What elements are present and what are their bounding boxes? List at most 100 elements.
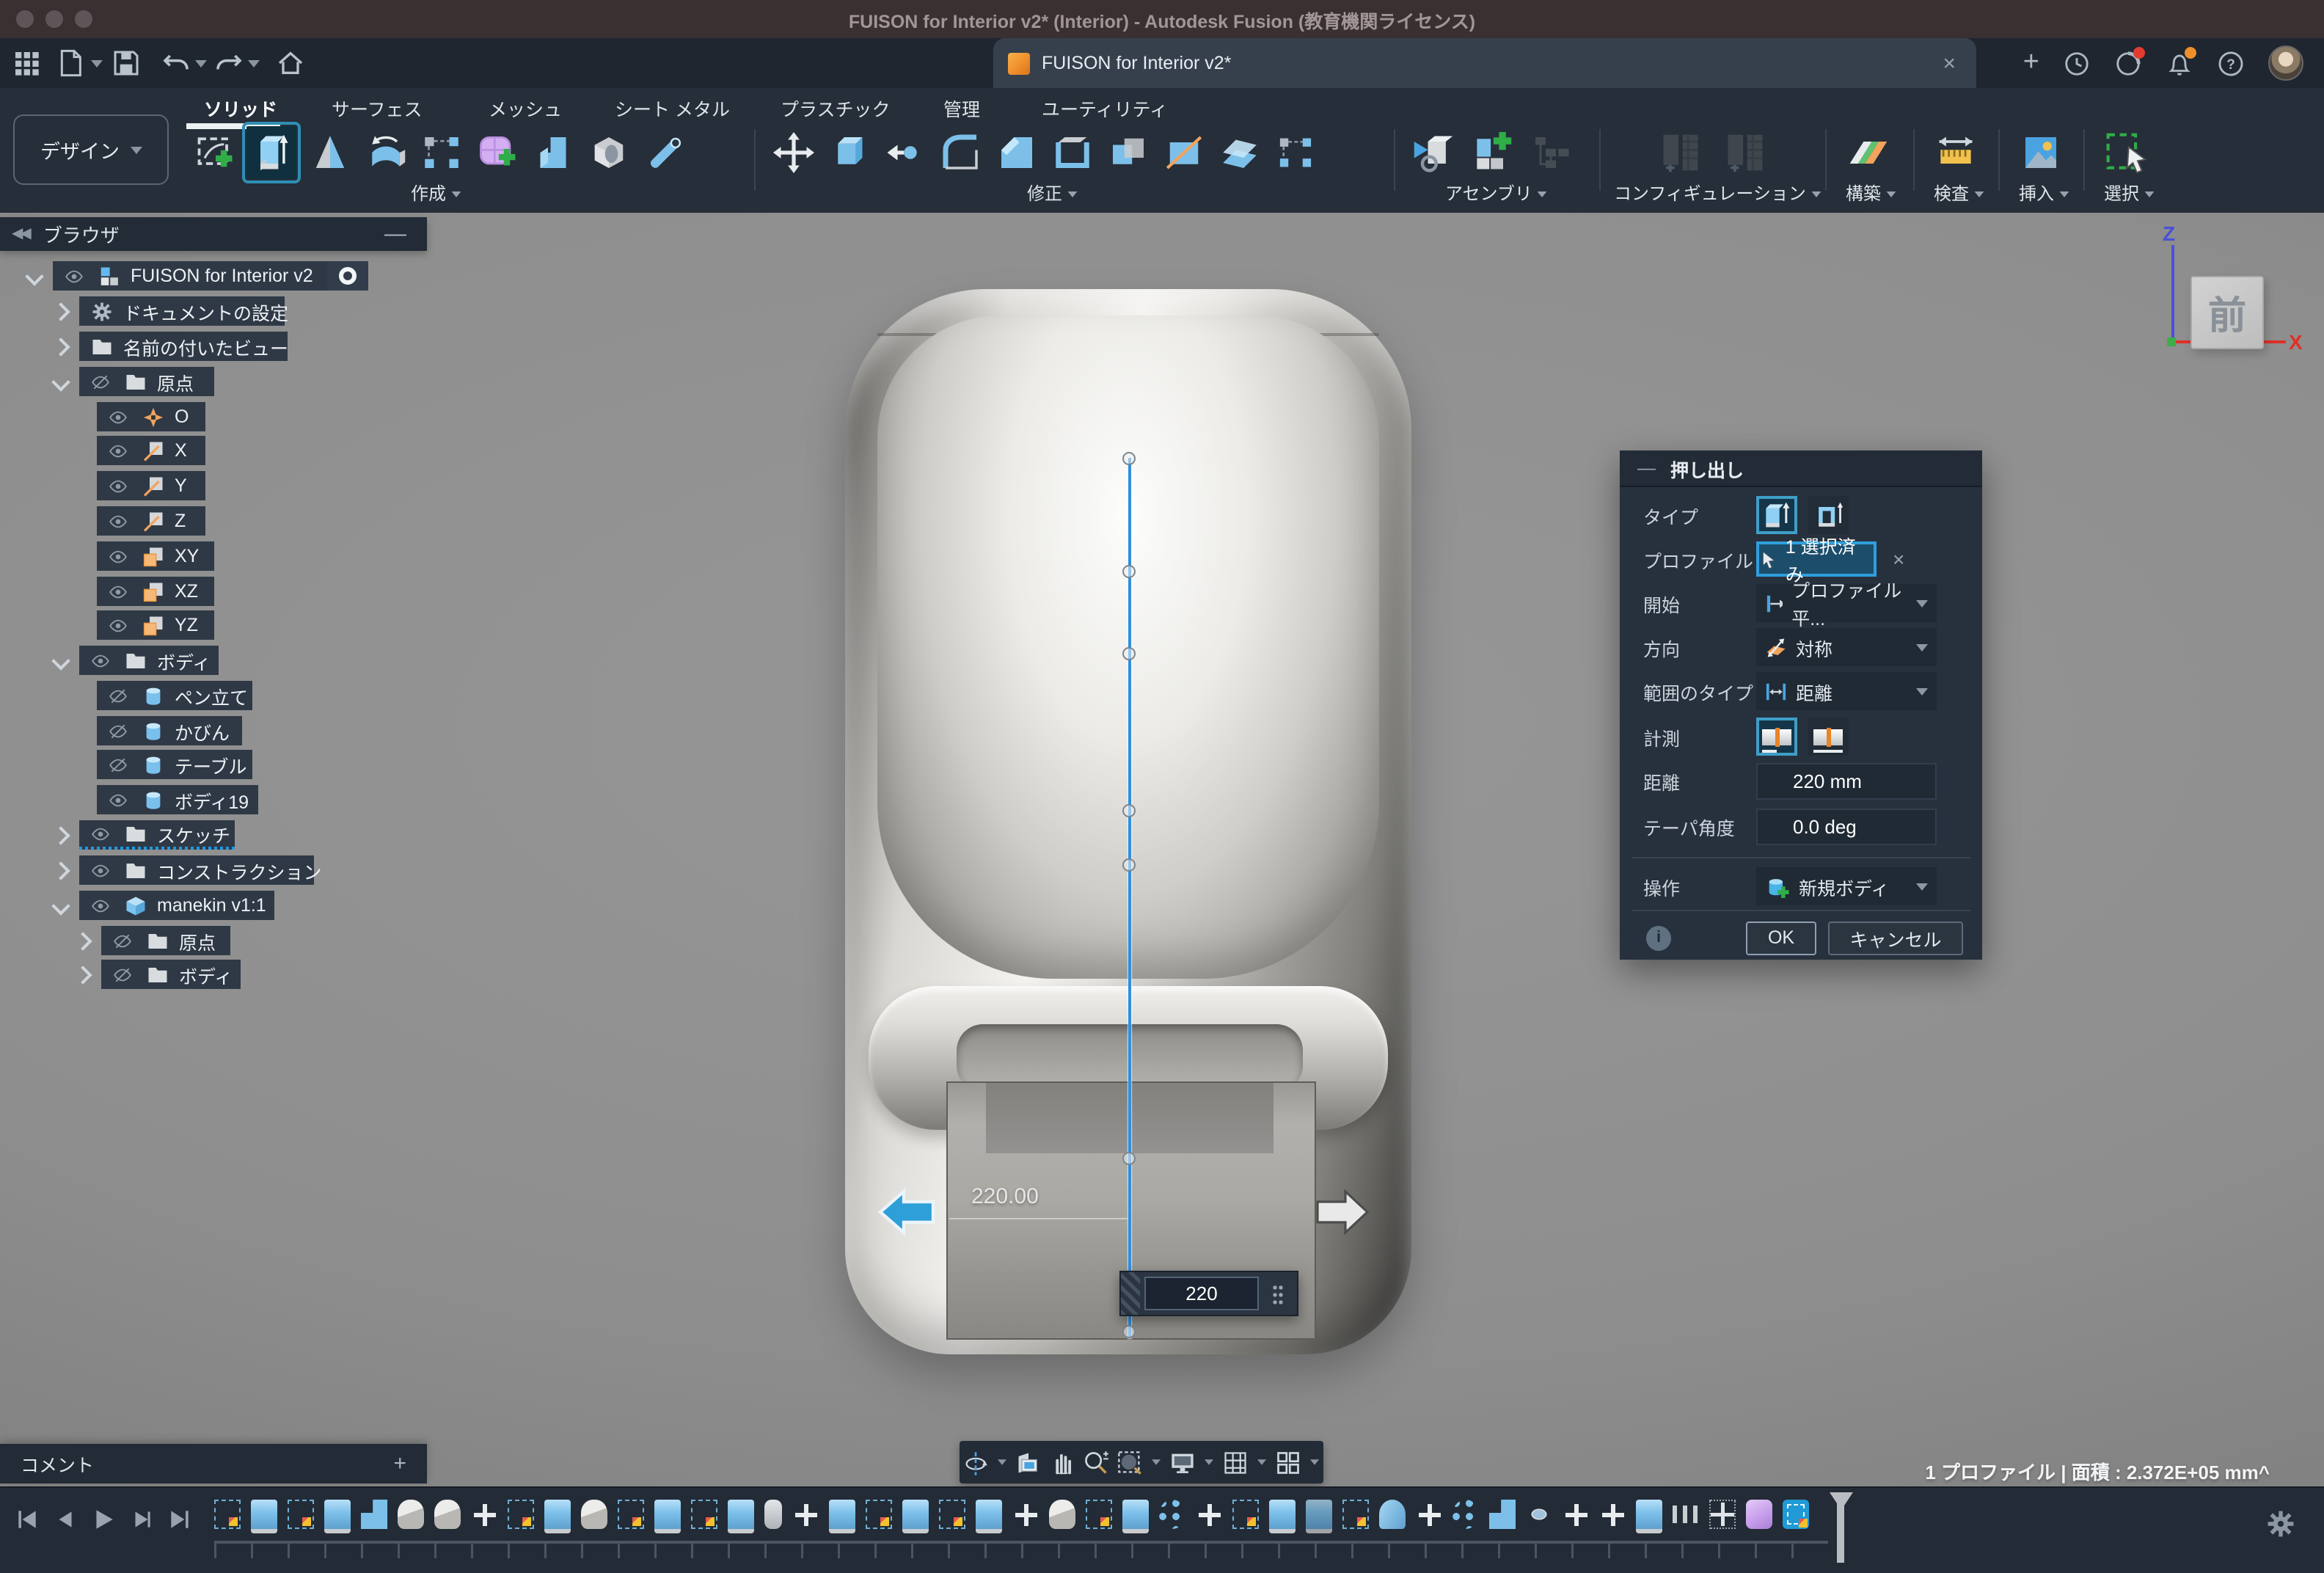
timeline-item-move[interactable] <box>1196 1500 1222 1529</box>
chevron-down-icon[interactable] <box>25 266 43 285</box>
tree-row-z-axis[interactable]: Z <box>97 506 205 536</box>
extrude-dialog-header[interactable]: — 押し出し <box>1620 450 1982 487</box>
timeline-item-move[interactable] <box>1012 1500 1039 1529</box>
cancel-button[interactable]: キャンセル <box>1828 921 1963 955</box>
measure-whole-button[interactable] <box>1808 718 1849 756</box>
timeline-item-extrude[interactable] <box>544 1500 571 1533</box>
move-tool-button[interactable] <box>769 126 819 179</box>
tree-row-construction-folder[interactable]: コンストラクション <box>54 855 314 885</box>
tree-row-origin[interactable]: 原点 <box>54 367 214 396</box>
orbit-icon[interactable] <box>962 1449 989 1475</box>
tree-row-y-axis[interactable]: Y <box>97 471 205 500</box>
timeline-item-sketch[interactable] <box>1086 1500 1112 1529</box>
press-pull-button[interactable] <box>825 126 874 179</box>
axis-grip-point[interactable] <box>1122 565 1136 578</box>
chevron-right-icon[interactable] <box>73 965 92 983</box>
create-form-button[interactable] <box>472 126 522 179</box>
edit-point-button[interactable] <box>880 126 930 179</box>
timeline-item-sketch[interactable] <box>508 1500 534 1529</box>
zoom-window-caret[interactable] <box>1152 1459 1161 1465</box>
construct-plane-button[interactable] <box>1843 126 1893 179</box>
construct-group-label[interactable]: 構築 <box>1846 180 1897 205</box>
extrude-center-axis-line[interactable] <box>1128 458 1130 1338</box>
display-settings-caret[interactable] <box>1205 1459 1213 1465</box>
profile-clear-icon[interactable]: × <box>1893 547 1904 571</box>
timeline-item-pattern[interactable] <box>1452 1500 1479 1529</box>
timeline-item-loft[interactable] <box>361 1500 387 1529</box>
offset-face-button[interactable] <box>1215 126 1265 179</box>
tree-row-origin-point[interactable]: O <box>97 402 205 431</box>
select-tool-button[interactable] <box>2101 126 2151 179</box>
tree-row-document-settings[interactable]: ドキュメントの設定 <box>54 296 285 326</box>
timeline-item-sketch[interactable] <box>618 1500 644 1529</box>
app-grid-icon[interactable] <box>12 48 41 78</box>
fillet-tool-button[interactable] <box>936 126 986 179</box>
configuration-table-button[interactable] <box>1720 126 1769 179</box>
tab-surface[interactable]: サーフェス <box>332 92 423 122</box>
create-group-label[interactable]: 作成 <box>411 180 462 205</box>
close-tab-icon[interactable]: × <box>1937 51 1962 76</box>
tree-row-body-table[interactable]: テーブル <box>97 750 252 779</box>
notifications-bell-icon[interactable] <box>2166 49 2193 77</box>
viewcube-front-face[interactable]: 前 <box>2190 276 2264 349</box>
zoom-icon[interactable] <box>1083 1449 1109 1475</box>
split-body-button[interactable] <box>1159 126 1209 179</box>
dimension-input-box[interactable]: 220 <box>1119 1271 1298 1316</box>
extrude-tool-button[interactable] <box>246 126 296 179</box>
add-comment-icon[interactable]: + <box>393 1451 406 1476</box>
timeline-item-paste[interactable] <box>764 1500 782 1529</box>
extrude-type-thin-button[interactable] <box>1808 496 1849 534</box>
viewports-caret[interactable] <box>1310 1459 1319 1465</box>
tab-utilities[interactable]: ユーティリティ <box>1042 92 1168 122</box>
timeline-item-loft[interactable] <box>1489 1500 1516 1529</box>
tree-row-body-vase[interactable]: かびん <box>97 716 242 745</box>
profile-selection-button[interactable]: 1 選択済み <box>1756 541 1877 577</box>
tree-row-named-views[interactable]: 名前の付いたビュー <box>54 332 288 361</box>
display-settings-icon[interactable] <box>1169 1449 1196 1475</box>
new-tab-icon[interactable]: + <box>2023 47 2039 79</box>
pattern-face-button[interactable] <box>1271 126 1320 179</box>
tab-solid[interactable]: ソリッド <box>204 92 277 122</box>
grid-snap-caret[interactable] <box>1257 1459 1266 1465</box>
joint-hierarchy-button[interactable] <box>1526 126 1576 179</box>
tree-row-root[interactable]: FUISON for Interior v2 <box>28 261 364 291</box>
timeline-item-mirror[interactable] <box>1526 1500 1552 1529</box>
timeline-item-freeform[interactable] <box>1049 1500 1075 1529</box>
timeline-item-extrude[interactable] <box>654 1500 681 1533</box>
axis-grip-point[interactable] <box>1122 1325 1136 1338</box>
panel-minimize-icon[interactable]: — <box>384 222 406 247</box>
timeline-item-extrude[interactable] <box>976 1500 1002 1533</box>
timeline-item-sketch[interactable] <box>1232 1500 1259 1529</box>
timeline-item-sketch[interactable] <box>939 1500 965 1529</box>
insert-group-label[interactable]: 挿入 <box>2019 180 2070 205</box>
timeline-item-sketch[interactable] <box>866 1500 892 1529</box>
timeline-item-extrude[interactable] <box>251 1500 277 1533</box>
distance-input[interactable]: 220 mm <box>1756 762 1937 799</box>
timeline-item-sketch[interactable] <box>691 1500 717 1529</box>
timeline-play-button[interactable] <box>91 1507 116 1532</box>
tab-sheet-metal[interactable]: シート メタル <box>615 92 730 122</box>
insert-canvas-button[interactable] <box>2016 126 2066 179</box>
timeline-item-transform[interactable] <box>1709 1500 1736 1529</box>
user-avatar[interactable] <box>2268 45 2303 81</box>
insert-derive-button[interactable] <box>1408 126 1458 179</box>
workspace-selector-button[interactable]: デザイン <box>13 114 169 185</box>
timeline-item-move[interactable] <box>1563 1500 1589 1529</box>
tree-row-sketches-folder[interactable]: スケッチ <box>54 820 235 850</box>
zoom-window-icon[interactable] <box>1117 1449 1143 1475</box>
timeline-item-sketch[interactable] <box>288 1500 314 1529</box>
timeline-go-to-start-button[interactable] <box>15 1507 40 1532</box>
extent-type-dropdown[interactable]: 距離 <box>1756 672 1937 710</box>
tree-row-manekin-component[interactable]: manekin v1:1 <box>54 891 274 920</box>
timeline-item-extrude[interactable] <box>324 1500 351 1533</box>
timeline-item-sketch[interactable] <box>1342 1500 1369 1529</box>
timeline-playhead[interactable] <box>1837 1492 1844 1563</box>
dimension-input-menu-icon[interactable] <box>1259 1283 1297 1304</box>
axis-grip-point[interactable] <box>1122 647 1136 660</box>
activate-component-radio[interactable] <box>328 261 369 291</box>
tree-row-bodies-folder[interactable]: ボディ <box>54 646 219 675</box>
info-icon[interactable]: i <box>1646 925 1671 950</box>
tab-mesh[interactable]: メッシュ <box>489 92 562 122</box>
comments-bar[interactable]: コメント + <box>0 1444 427 1483</box>
3d-viewport[interactable]: 220.00 220 前 Z X ◀◀ ブラウザ — <box>0 213 2324 1486</box>
